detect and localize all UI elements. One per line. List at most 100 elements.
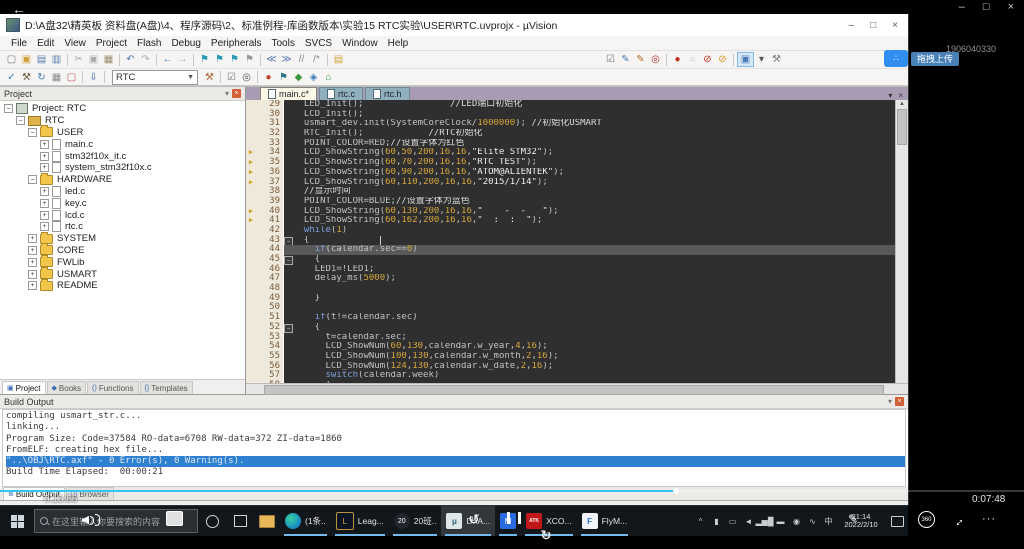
tray-chart-icon[interactable]: ∿ bbox=[805, 506, 820, 536]
tray-clipboard-icon[interactable]: ▭ bbox=[725, 506, 740, 536]
step-icon[interactable]: ◈ bbox=[306, 71, 321, 84]
scrollbar-thumb[interactable] bbox=[897, 109, 907, 145]
fold-marker[interactable] bbox=[284, 110, 293, 120]
tree-expander-icon[interactable]: + bbox=[28, 234, 37, 243]
menu-tools[interactable]: Tools bbox=[267, 38, 300, 49]
tree-item-key-c[interactable]: +key.c bbox=[0, 197, 245, 209]
outdent-icon[interactable]: ≪ bbox=[264, 53, 279, 66]
uncomment-icon[interactable]: /* bbox=[309, 53, 324, 66]
fold-marker[interactable] bbox=[284, 158, 293, 168]
editor-tab-rtc.c[interactable]: rtc.c bbox=[319, 87, 363, 100]
menu-peripherals[interactable]: Peripherals bbox=[206, 38, 267, 49]
chat-panel-button[interactable] bbox=[166, 511, 183, 526]
taskbar-clock[interactable]: 21:14 2022/2/10 bbox=[836, 513, 886, 530]
cut-icon[interactable]: ✂ bbox=[71, 53, 86, 66]
fold-marker[interactable]: − bbox=[284, 323, 293, 333]
tree-expander-icon[interactable]: + bbox=[28, 258, 37, 267]
netdisk-upload-icon[interactable]: ∴ bbox=[884, 50, 908, 67]
menu-edit[interactable]: Edit bbox=[32, 38, 59, 49]
options-for-target-icon[interactable]: ⚒ bbox=[202, 71, 217, 84]
spell-check-icon[interactable]: ☑ bbox=[603, 53, 618, 66]
code-line[interactable]: 51 if(t!=calendar.sec) bbox=[246, 313, 895, 323]
tab-functions[interactable]: ()Functions bbox=[87, 381, 138, 394]
code-line[interactable]: 52− { bbox=[246, 323, 895, 333]
tab-list-dropdown-icon[interactable]: ▾ bbox=[888, 91, 892, 100]
debug-session-icon[interactable]: ◎ bbox=[239, 71, 254, 84]
minimize-button[interactable]: – bbox=[849, 20, 855, 31]
task-view-button[interactable] bbox=[226, 506, 254, 536]
tree-item-fwlib[interactable]: +FWLib bbox=[0, 256, 245, 268]
menu-svcs[interactable]: SVCS bbox=[300, 38, 337, 49]
menu-view[interactable]: View bbox=[59, 38, 91, 49]
code-line[interactable]: 33 POINT_COLOR=RED;//设置字体为红色 bbox=[246, 139, 895, 149]
pin-icon[interactable]: ▾ bbox=[888, 397, 892, 406]
menu-help[interactable]: Help bbox=[383, 38, 414, 49]
tree-item-rtc-c[interactable]: +rtc.c bbox=[0, 221, 245, 233]
fold-marker[interactable] bbox=[284, 168, 293, 178]
tree-expander-icon[interactable]: − bbox=[16, 116, 25, 125]
download-flash-icon[interactable]: ⇩ bbox=[86, 71, 101, 84]
tree-item-rtc[interactable]: −RTC bbox=[0, 115, 245, 127]
uvision-titlebar[interactable]: D:\A盘32\精英板 资料盘(A盘)\4、程序源码\2、标准例程-库函数版本\… bbox=[0, 14, 908, 36]
fold-marker[interactable] bbox=[284, 119, 293, 129]
player-minimize-button[interactable]: – bbox=[959, 1, 965, 13]
code-line[interactable]: 44 if(calendar.sec==0) bbox=[246, 245, 895, 255]
code-line[interactable]: 57 switch(calendar.week) bbox=[246, 371, 895, 381]
menu-debug[interactable]: Debug bbox=[166, 38, 205, 49]
panel-close-icon[interactable]: × bbox=[232, 89, 241, 98]
fold-marker[interactable]: − bbox=[284, 236, 293, 246]
fold-marker[interactable] bbox=[284, 207, 293, 217]
fold-marker[interactable] bbox=[284, 216, 293, 226]
redo-icon[interactable]: ↷ bbox=[138, 53, 153, 66]
tree-item-main-c[interactable]: +main.c bbox=[0, 138, 245, 150]
tray-network-icon[interactable]: ▂▅█ bbox=[757, 506, 772, 536]
fold-marker[interactable] bbox=[284, 371, 293, 381]
find-in-files-icon[interactable]: ◎ bbox=[648, 53, 663, 66]
save-all-icon[interactable]: ▥ bbox=[49, 53, 64, 66]
code-line[interactable]: ▶37 LCD_ShowString(60,110,200,16,16,"201… bbox=[246, 178, 895, 188]
code-line[interactable]: ▶40 LCD_ShowString(60,130,200,16,16," - … bbox=[246, 207, 895, 217]
tab-books[interactable]: ◆Books bbox=[47, 381, 87, 394]
code-line[interactable]: ▶41 LCD_ShowString(60,162,200,16,16," : … bbox=[246, 216, 895, 226]
tray-ime-icon[interactable]: 中 bbox=[821, 506, 836, 536]
fold-marker[interactable] bbox=[284, 294, 293, 304]
indent-icon[interactable]: ≫ bbox=[279, 53, 294, 66]
menu-flash[interactable]: Flash bbox=[132, 38, 166, 49]
tab-project[interactable]: ▣Project bbox=[2, 381, 46, 394]
taskbar-flymcu[interactable]: FFlyM... bbox=[577, 506, 633, 536]
taskbar-class-app[interactable]: 2020班.. bbox=[389, 506, 442, 536]
build-icon[interactable]: ⚒ bbox=[19, 71, 34, 84]
tree-expander-icon[interactable]: − bbox=[4, 104, 13, 113]
tree-expander-icon[interactable]: + bbox=[40, 211, 49, 220]
close-tab-icon[interactable]: × bbox=[898, 91, 903, 100]
configure-tools-icon[interactable]: ⚒ bbox=[769, 53, 784, 66]
fold-marker[interactable] bbox=[284, 362, 293, 372]
code-line[interactable]: ▶35 LCD_ShowString(60,70,200,16,16,"RTC … bbox=[246, 158, 895, 168]
reset-icon[interactable]: ⌂ bbox=[321, 71, 336, 84]
player-progress-bar[interactable] bbox=[0, 490, 1024, 492]
more-options-button[interactable]: ··· bbox=[982, 513, 996, 525]
undo-icon[interactable]: ↶ bbox=[123, 53, 138, 66]
tree-item-system-stm32f10x-c[interactable]: +system_stm32f10x.c bbox=[0, 162, 245, 174]
tree-expander-icon[interactable]: + bbox=[40, 199, 49, 208]
close-button[interactable]: × bbox=[892, 20, 898, 31]
pause-button[interactable] bbox=[505, 512, 523, 524]
code-line[interactable]: 30 LCD_Init(); bbox=[246, 110, 895, 120]
bookmark-icon[interactable]: ⚑ bbox=[197, 53, 212, 66]
build-output-log[interactable]: compiling usmart_str.c...linking...Progr… bbox=[2, 409, 906, 487]
tree-expander-icon[interactable]: + bbox=[28, 281, 37, 290]
code-line[interactable]: 54 LCD_ShowNum(60,130,calendar.w_year,4,… bbox=[246, 342, 895, 352]
scroll-up-icon[interactable]: ▲ bbox=[899, 100, 905, 109]
kill-breakpoints-icon[interactable]: ⊘ bbox=[715, 53, 730, 66]
tab-templates[interactable]: {}Templates bbox=[140, 381, 193, 394]
fold-marker[interactable] bbox=[284, 226, 293, 236]
rebuild-icon[interactable]: ↻ bbox=[34, 71, 49, 84]
tree-item-stm32f10x-it-c[interactable]: +stm32f10x_it.c bbox=[0, 150, 245, 162]
tray-mic-icon[interactable]: ▮ bbox=[709, 506, 724, 536]
editor-vertical-scrollbar[interactable]: ▲ bbox=[895, 100, 908, 383]
code-line[interactable]: 47 delay_ms(5000); bbox=[246, 274, 895, 284]
code-line[interactable]: 42 while(1) bbox=[246, 226, 895, 236]
fold-marker[interactable] bbox=[284, 284, 293, 294]
tree-expander-icon[interactable]: + bbox=[40, 140, 49, 149]
save-icon[interactable]: ▤ bbox=[34, 53, 49, 66]
